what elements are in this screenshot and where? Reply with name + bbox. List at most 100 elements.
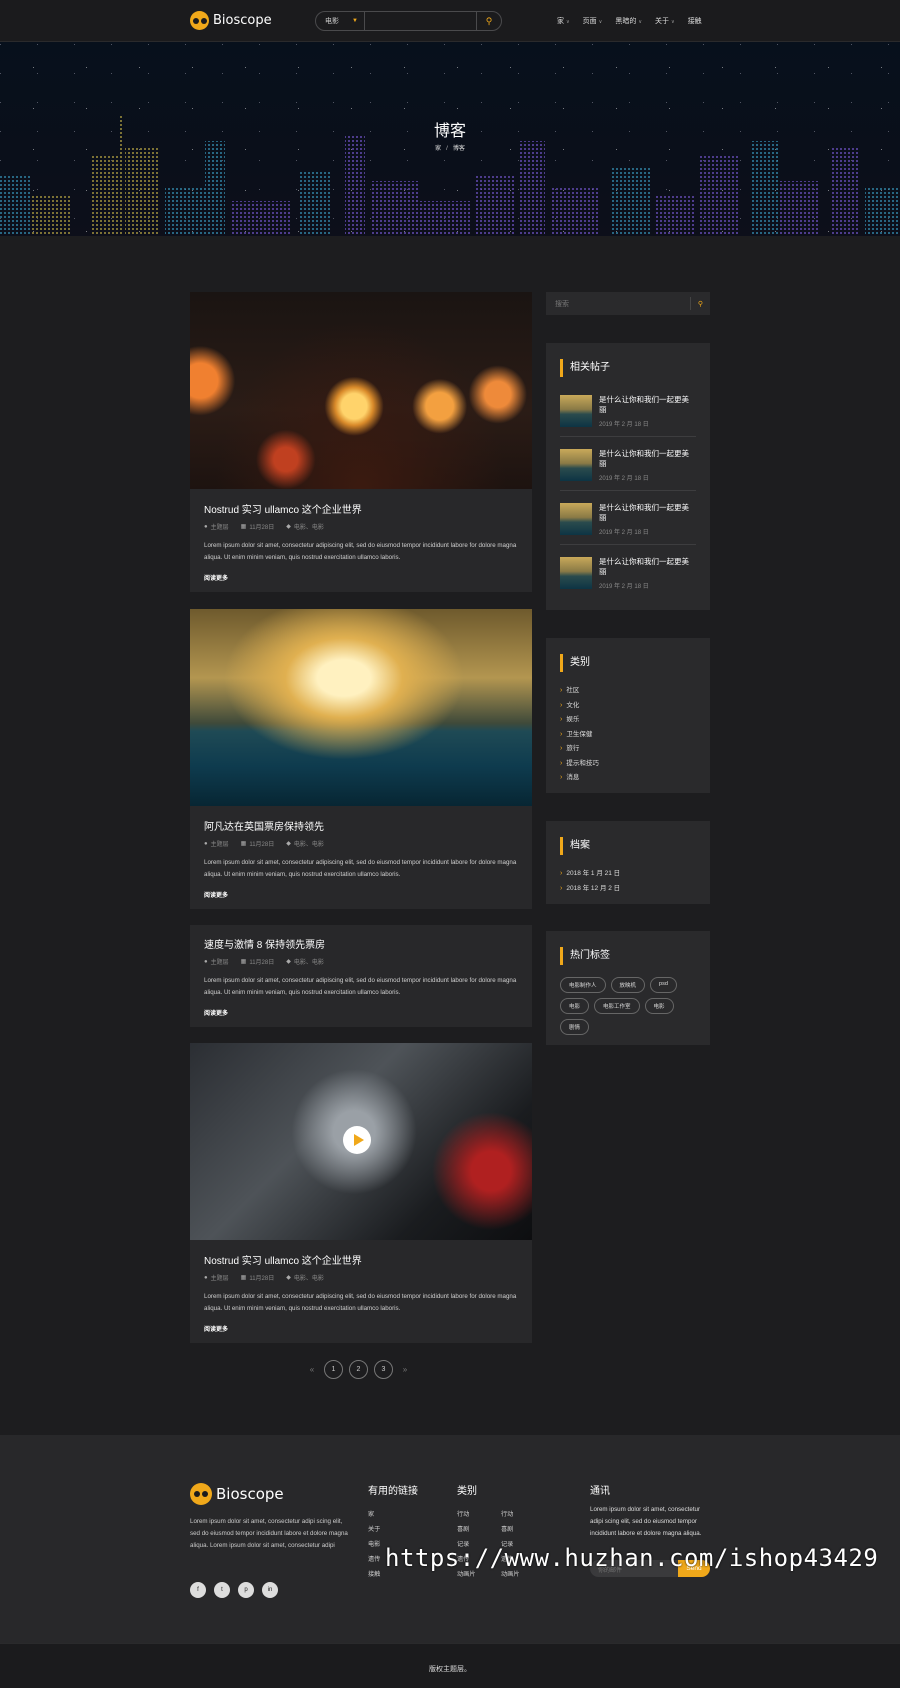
tag-pill[interactable]: 电影工作室 (594, 998, 640, 1014)
tag-pill[interactable]: 放映机 (610, 977, 646, 993)
social-links: f t p in (190, 1582, 278, 1598)
related-post-title[interactable]: 是什么让你和我们一起更美丽 (599, 449, 696, 469)
post-author[interactable]: 主题层 (211, 1273, 229, 1282)
post-tags[interactable]: 电影、电影 (294, 839, 324, 848)
chevron-right-icon: › (560, 730, 563, 738)
post-title[interactable]: Nostrud 实习 ullamco 这个企业世界 (204, 501, 518, 516)
footer-logo[interactable]: Bioscope (190, 1483, 284, 1505)
read-more-link[interactable]: 阅读更多 (204, 890, 518, 899)
post-tags[interactable]: 电影、电影 (294, 957, 324, 966)
category-link[interactable]: › 社区 (560, 684, 696, 699)
breadcrumb: 家 / 博客 (0, 143, 900, 152)
related-post-thumbnail[interactable] (560, 503, 592, 535)
search-input[interactable] (365, 12, 476, 30)
post-video-thumbnail[interactable] (190, 1043, 532, 1240)
breadcrumb-current: 博客 (452, 146, 465, 152)
search-category-select[interactable]: 电影 ▼ (316, 12, 365, 30)
footer-link[interactable]: 关于 (368, 1522, 380, 1537)
categories-widget: 类别 › 社区 › 文化 › 娱乐 › 卫生保健 › 旅行 › 提示和技巧 › 消息 (546, 638, 710, 793)
related-post[interactable]: 是什么让你和我们一起更美丽 2019 年 2 月 18 日 (560, 389, 696, 437)
nav-item-dark[interactable]: 黑暗的 ∨ (615, 16, 642, 26)
nav-label: 家 (557, 18, 564, 25)
chevron-right-icon: › (560, 716, 563, 723)
related-post-thumbnail[interactable] (560, 395, 592, 427)
footer-link[interactable]: 遗传 (368, 1552, 380, 1567)
blog-post-card: 阿凡达在英国票房保持领先 ● 主题层 ▦ 11月28日 ◆ 电影、电影 Lorem i… (190, 609, 532, 909)
category-link[interactable]: › 文化 (560, 699, 696, 714)
category-link[interactable]: › 卫生保健 (560, 728, 696, 743)
search-category-label: 电影 (325, 18, 339, 25)
footer-link[interactable]: 家 (368, 1507, 380, 1522)
footer-link[interactable]: 接触 (368, 1567, 380, 1582)
chevron-down-icon: ∨ (671, 19, 675, 25)
pinterest-icon[interactable]: p (238, 1582, 254, 1598)
read-more-link[interactable]: 阅读更多 (204, 1324, 518, 1333)
category-link[interactable]: › 旅行 (560, 742, 696, 757)
category-link[interactable]: › 娱乐 (560, 713, 696, 728)
nav-item-pages[interactable]: 页面 ∨ (583, 16, 603, 26)
tag-pill[interactable]: 剧情 (560, 1019, 590, 1035)
related-post[interactable]: 是什么让你和我们一起更美丽 2019 年 2 月 18 日 (560, 443, 696, 491)
post-author[interactable]: 主题层 (211, 522, 229, 531)
tag-icon: ◆ (286, 959, 291, 965)
search-icon[interactable]: ⚲ (690, 297, 710, 310)
logo[interactable]: Bioscope (190, 11, 272, 30)
category-label: 旅行 (566, 745, 580, 752)
pagination-page[interactable]: 1 (324, 1360, 343, 1379)
related-post-thumbnail[interactable] (560, 449, 592, 481)
archive-link[interactable]: › 2018 年 12 月 2 日 (560, 882, 696, 897)
sidebar-search-input[interactable]: 搜索 (546, 299, 690, 309)
related-post-title[interactable]: 是什么让你和我们一起更美丽 (599, 557, 696, 577)
pagination-page[interactable]: 2 (349, 1360, 368, 1379)
category-link[interactable]: › 提示和技巧 (560, 757, 696, 772)
pagination-prev[interactable]: « (306, 1365, 318, 1374)
post-title[interactable]: Nostrud 实习 ullamco 这个企业世界 (204, 1252, 518, 1267)
newsletter-text: Lorem ipsum dolor sit amet, consectetur … (590, 1506, 702, 1537)
post-image[interactable] (190, 609, 532, 806)
footer-category-link[interactable]: 喜剧 (501, 1522, 520, 1537)
user-icon: ● (204, 523, 208, 530)
footer-category-link[interactable]: 喜剧 (457, 1522, 476, 1537)
main-nav: 家 ∨ 页面 ∨ 黑暗的 ∨ 关于 ∨ 接触 (557, 16, 702, 26)
nav-item-contact[interactable]: 接触 (688, 16, 702, 26)
related-post-title[interactable]: 是什么让你和我们一起更美丽 (599, 503, 696, 523)
post-excerpt: Lorem ipsum dolor sit amet, consectetur … (204, 859, 517, 878)
read-more-link[interactable]: 阅读更多 (204, 1008, 518, 1017)
post-tags[interactable]: 电影、电影 (294, 1273, 324, 1282)
read-more-link[interactable]: 阅读更多 (204, 573, 518, 582)
post-title[interactable]: 阿凡达在英国票房保持领先 (204, 818, 518, 833)
tags-widget: 热门标签 电影制作人 放映机 psd 电影 电影工作室 电影 剧情 (546, 931, 710, 1045)
related-post-thumbnail[interactable] (560, 557, 592, 589)
pagination-page[interactable]: 3 (374, 1360, 393, 1379)
tag-pill[interactable]: 电影制作人 (560, 977, 606, 993)
post-tags[interactable]: 电影、电影 (294, 522, 324, 531)
nav-item-home[interactable]: 家 ∨ (557, 16, 570, 26)
play-icon[interactable] (343, 1126, 371, 1154)
tag-pill[interactable]: psd (650, 977, 677, 993)
breadcrumb-home[interactable]: 家 (435, 146, 441, 152)
facebook-icon[interactable]: f (190, 1582, 206, 1598)
post-author[interactable]: 主题层 (211, 839, 229, 848)
category-link[interactable]: › 消息 (560, 771, 696, 786)
footer-category-link[interactable]: 行动 (457, 1507, 476, 1522)
related-post-date: 2019 年 2 月 18 日 (599, 422, 649, 428)
twitter-icon[interactable]: t (214, 1582, 230, 1598)
related-post[interactable]: 是什么让你和我们一起更美丽 2019 年 2 月 18 日 (560, 497, 696, 545)
pagination-next[interactable]: » (399, 1365, 411, 1374)
tag-pill[interactable]: 电影 (644, 998, 674, 1014)
related-post-title[interactable]: 是什么让你和我们一起更美丽 (599, 395, 696, 415)
chevron-down-icon: ∨ (566, 19, 570, 25)
linkedin-icon[interactable]: in (262, 1582, 278, 1598)
footer-link[interactable]: 电影 (368, 1537, 380, 1552)
related-post[interactable]: 是什么让你和我们一起更美丽 2019 年 2 月 18 日 (560, 551, 696, 598)
nav-item-about[interactable]: 关于 ∨ (655, 16, 675, 26)
archive-link[interactable]: › 2018 年 1 月 21 日 (560, 867, 696, 882)
calendar-icon: ▦ (240, 524, 247, 530)
tag-pill[interactable]: 电影 (560, 998, 590, 1014)
search-icon[interactable]: ⚲ (476, 12, 501, 30)
post-author[interactable]: 主题层 (211, 957, 229, 966)
post-title[interactable]: 速度与激情 8 保持领先票房 (204, 936, 518, 951)
chevron-right-icon: › (560, 745, 563, 752)
post-image[interactable] (190, 292, 532, 489)
footer-category-link[interactable]: 行动 (501, 1507, 520, 1522)
